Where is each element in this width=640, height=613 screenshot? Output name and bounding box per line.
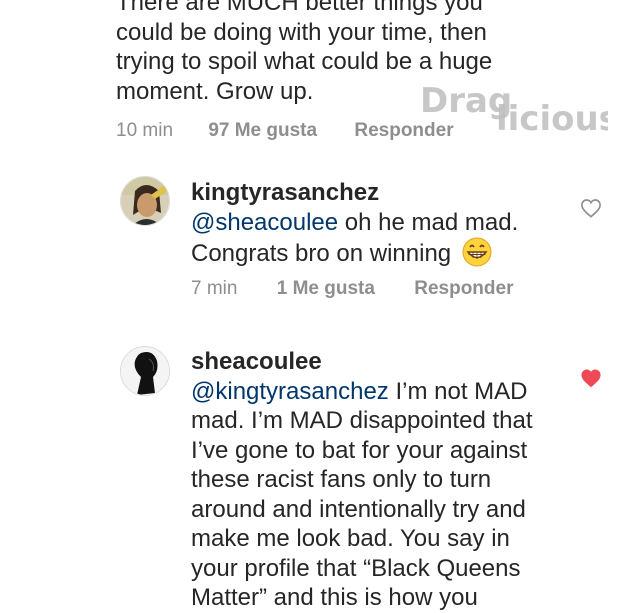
watermark-text-b: licious — [496, 99, 608, 136]
username[interactable]: sheacoulee — [191, 347, 533, 377]
comment-line: these racist fans only to turn — [191, 466, 492, 493]
comment-text: sheacoulee @kingtyrasanchez I’m not MAD … — [191, 347, 533, 613]
comment-line: mad. I’m MAD disappointed that — [191, 407, 533, 434]
comment-line: @sheacoulee oh he mad mad. — [191, 208, 518, 238]
avatar-image — [121, 177, 169, 225]
comment-meta: 10 min 97 Me gusta Responder — [116, 120, 454, 142]
comment-line: your profile that “Black Queens — [191, 554, 521, 582]
comment-line: trying to spoil what could be a huge — [116, 48, 493, 75]
dragalicious-watermark: Drag licious — [420, 84, 608, 136]
likes-count[interactable]: 1 Me gusta — [277, 278, 375, 299]
comment-text-rest: I’m not MAD — [388, 377, 528, 405]
comment-line: I’ve gone to bat for your against — [191, 436, 528, 464]
username[interactable]: kingtyrasanchez — [191, 178, 518, 208]
comment-line: make me look bad. You say in — [191, 525, 510, 552]
mention-link[interactable]: @kingtyrasanchez — [191, 378, 389, 405]
comment-text: kingtyrasanchez @sheacoulee oh he mad ma… — [191, 178, 518, 269]
comment-line: around and intentionally try and — [191, 495, 526, 523]
like-heart-filled-icon[interactable] — [580, 368, 602, 388]
avatar-image — [121, 347, 169, 395]
avatar[interactable] — [120, 176, 170, 226]
mention-link[interactable]: @sheacoulee — [191, 209, 338, 236]
grinning-face-icon — [462, 237, 492, 267]
avatar[interactable] — [120, 346, 170, 396]
like-heart-outline-icon[interactable] — [580, 198, 602, 218]
comment-text-rest: oh he mad mad. — [338, 208, 519, 236]
comment-line: Congrats bro on winning — [191, 237, 518, 269]
comment-line: There are MUCH better things you — [116, 0, 483, 16]
likes-count[interactable]: 97 Me gusta — [208, 120, 317, 141]
comment-line: Matter” and this is how you — [191, 584, 478, 611]
comment-time: 7 min — [191, 278, 238, 299]
comment-line: could be doing with your time, then — [116, 18, 487, 46]
comment-line: @kingtyrasanchez I’m not MAD — [191, 377, 533, 407]
comment-meta: 7 min 1 Me gusta Responder — [191, 278, 513, 300]
reply-button[interactable]: Responder — [414, 278, 513, 299]
comment-text-rest: Congrats bro on winning — [191, 240, 452, 267]
comment-time: 10 min — [116, 120, 174, 141]
